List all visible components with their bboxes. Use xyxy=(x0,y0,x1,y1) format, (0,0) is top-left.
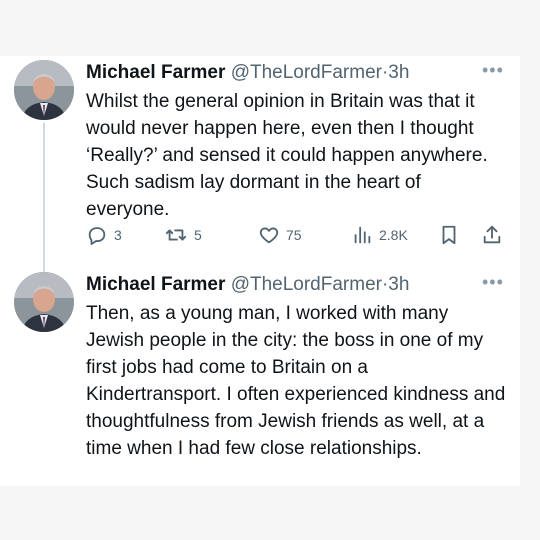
tweet-header: Michael Farmer @TheLordFarmer·3h xyxy=(86,273,409,297)
author-name[interactable]: Michael Farmer xyxy=(86,62,225,83)
tweet-header: Michael Farmer @TheLordFarmer·3h xyxy=(86,61,409,85)
avatar[interactable] xyxy=(14,272,74,332)
retweet-button[interactable]: 5 xyxy=(164,222,202,248)
reply-icon xyxy=(88,227,106,245)
tweet-actions: 3 5 75 2.8K xyxy=(86,222,506,248)
tweet-text: Whilst the general opinion in Britain wa… xyxy=(86,91,488,220)
author-handle[interactable]: @TheLordFarmer xyxy=(231,62,382,83)
bookmark-icon xyxy=(442,225,456,245)
author-name[interactable]: Michael Farmer xyxy=(86,274,225,295)
more-icon[interactable]: ••• xyxy=(482,60,504,80)
thread-connector-line xyxy=(43,123,45,278)
like-icon xyxy=(259,227,279,244)
views-count: 2.8K xyxy=(379,227,408,243)
share-button[interactable] xyxy=(481,222,503,248)
reply-button[interactable]: 3 xyxy=(86,222,122,248)
retweet-count: 5 xyxy=(194,227,202,243)
bookmark-button[interactable] xyxy=(438,222,460,248)
like-count: 75 xyxy=(286,227,302,243)
views-button[interactable]: 2.8K xyxy=(351,222,408,248)
reply-count: 3 xyxy=(114,227,122,243)
share-icon xyxy=(483,225,501,244)
tweet-time[interactable]: 3h xyxy=(388,62,409,83)
views-icon xyxy=(354,226,371,244)
avatar[interactable] xyxy=(14,60,74,120)
tweet-time[interactable]: 3h xyxy=(388,274,409,295)
author-handle[interactable]: @TheLordFarmer xyxy=(231,274,382,295)
retweet-icon xyxy=(165,229,187,241)
like-button[interactable]: 75 xyxy=(258,222,302,248)
tweet-text: Then, as a young man, I worked with many… xyxy=(86,303,506,459)
more-icon[interactable]: ••• xyxy=(482,272,504,292)
